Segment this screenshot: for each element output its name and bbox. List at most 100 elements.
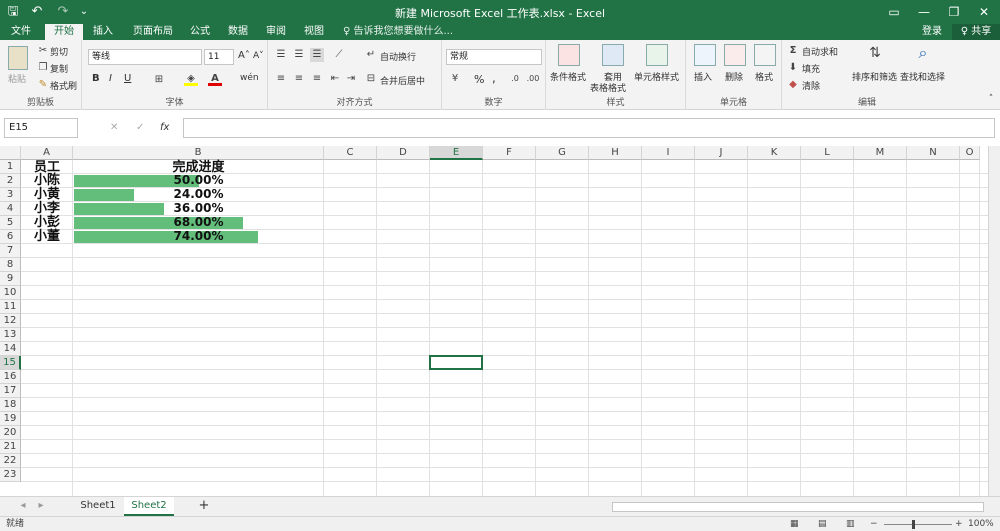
- worksheet-grid[interactable]: A B C D E F G H I J K L M N O 1 2 3 4 5 6 7 8 9 10 11 12 13 14 15 16 17…: [0, 146, 1000, 496]
- column-header[interactable]: H: [589, 146, 642, 160]
- row-header[interactable]: 8: [0, 258, 21, 272]
- next-sheet-icon[interactable]: ▸: [34, 497, 48, 516]
- font-name-select[interactable]: 等线: [88, 49, 202, 65]
- add-sheet-button[interactable]: +: [196, 497, 212, 516]
- decrease-decimal-icon[interactable]: .00: [526, 72, 540, 86]
- fill-color-icon[interactable]: ◈: [184, 72, 198, 86]
- confirm-icon[interactable]: ✓: [136, 122, 144, 133]
- wrap-text-button[interactable]: 自动换行: [380, 50, 416, 63]
- column-header[interactable]: M: [854, 146, 907, 160]
- align-left-icon[interactable]: ≡: [274, 72, 288, 86]
- row-header[interactable]: 11: [0, 300, 21, 314]
- font-size-select[interactable]: 11: [204, 49, 234, 65]
- tab-review[interactable]: 审阅: [260, 24, 292, 40]
- row-header[interactable]: 10: [0, 286, 21, 300]
- column-header[interactable]: E: [430, 146, 483, 160]
- formula-input[interactable]: [183, 118, 995, 138]
- grow-font-button[interactable]: A˄: [238, 50, 250, 61]
- row-header[interactable]: 4: [0, 202, 21, 216]
- column-header[interactable]: K: [748, 146, 801, 160]
- tab-data[interactable]: 数据: [222, 24, 254, 40]
- horizontal-scrollbar[interactable]: [612, 502, 984, 512]
- tab-page-layout[interactable]: 页面布局: [128, 24, 178, 40]
- row-header[interactable]: 23: [0, 468, 21, 482]
- zoom-level[interactable]: 100%: [968, 517, 994, 531]
- row-header[interactable]: 3: [0, 188, 21, 202]
- tab-view[interactable]: 视图: [298, 24, 330, 40]
- column-header[interactable]: D: [377, 146, 430, 160]
- row-header[interactable]: 18: [0, 398, 21, 412]
- number-format-select[interactable]: 常规: [446, 49, 542, 65]
- percent-button[interactable]: %: [474, 73, 484, 86]
- column-header[interactable]: F: [483, 146, 536, 160]
- copy-button[interactable]: 复制: [50, 62, 68, 75]
- row-header[interactable]: 16: [0, 370, 21, 384]
- row-header[interactable]: 5: [0, 216, 21, 230]
- conditional-format-button[interactable]: 条件格式: [550, 70, 586, 83]
- currency-icon[interactable]: ¥: [448, 72, 462, 86]
- find-select-button[interactable]: 查找和选择: [900, 70, 945, 83]
- zoom-slider[interactable]: [884, 524, 952, 525]
- cell-styles-button[interactable]: 单元格样式: [634, 70, 679, 83]
- collapse-ribbon-icon[interactable]: ˄: [984, 92, 998, 106]
- increase-indent-icon[interactable]: ⇥: [344, 72, 358, 86]
- column-header[interactable]: N: [907, 146, 960, 160]
- name-box[interactable]: E15: [4, 118, 78, 138]
- column-header[interactable]: O: [960, 146, 980, 160]
- autosum-button[interactable]: 自动求和: [802, 45, 838, 58]
- align-top-icon[interactable]: ☰: [274, 48, 288, 62]
- sheet-tab-sheet2[interactable]: Sheet2: [124, 497, 174, 516]
- decrease-indent-icon[interactable]: ⇤: [328, 72, 342, 86]
- page-break-view-icon[interactable]: ▥: [846, 517, 855, 531]
- paste-button[interactable]: 粘贴: [8, 72, 26, 85]
- sort-filter-button[interactable]: 排序和筛选: [852, 70, 897, 83]
- align-bottom-icon[interactable]: ☰: [310, 48, 324, 62]
- align-center-icon[interactable]: ≡: [292, 72, 306, 86]
- tab-formulas[interactable]: 公式: [184, 24, 216, 40]
- column-header[interactable]: A: [21, 146, 73, 160]
- prev-sheet-icon[interactable]: ◂: [16, 497, 30, 516]
- row-header[interactable]: 12: [0, 314, 21, 328]
- align-right-icon[interactable]: ≡: [310, 72, 324, 86]
- share-button[interactable]: ♀ 共享: [952, 24, 1000, 40]
- tab-insert[interactable]: 插入: [86, 24, 120, 40]
- delete-cells-button[interactable]: 删除: [725, 70, 743, 83]
- row-header[interactable]: 7: [0, 244, 21, 258]
- italic-button[interactable]: I: [109, 73, 112, 84]
- insert-function-icon[interactable]: fx: [160, 122, 169, 133]
- row-header[interactable]: 1: [0, 160, 21, 174]
- close-icon[interactable]: ✕: [970, 2, 998, 22]
- row-header[interactable]: 22: [0, 454, 21, 468]
- fill-button[interactable]: 填充: [802, 62, 820, 75]
- row-header[interactable]: 2: [0, 174, 21, 188]
- row-header[interactable]: 17: [0, 384, 21, 398]
- cut-button[interactable]: 剪切: [50, 45, 68, 58]
- tab-file[interactable]: 文件: [4, 24, 38, 40]
- restore-icon[interactable]: ❐: [940, 2, 968, 22]
- column-header[interactable]: C: [324, 146, 377, 160]
- align-middle-icon[interactable]: ☰: [292, 48, 306, 62]
- column-header[interactable]: L: [801, 146, 854, 160]
- progress-cell[interactable]: 74.00%: [73, 228, 324, 245]
- active-cell-e15[interactable]: [429, 355, 483, 370]
- employee-name-cell[interactable]: 小董: [34, 228, 60, 245]
- sheet-tab-sheet1[interactable]: Sheet1: [74, 497, 122, 516]
- orientation-icon[interactable]: ⟋: [332, 48, 346, 62]
- select-all-corner[interactable]: [0, 146, 21, 160]
- format-cells-button[interactable]: 格式: [755, 70, 773, 83]
- tell-me-search[interactable]: ♀ 告诉我您想要做什么...: [343, 24, 453, 40]
- cancel-icon[interactable]: ✕: [110, 122, 118, 133]
- format-as-table-label[interactable]: 表格格式: [590, 81, 626, 94]
- ribbon-display-icon[interactable]: ▭: [880, 2, 908, 22]
- border-icon[interactable]: ⊞: [152, 73, 166, 87]
- format-painter-button[interactable]: 格式刷: [50, 79, 77, 92]
- shrink-font-button[interactable]: A˅: [253, 51, 264, 61]
- row-header[interactable]: 13: [0, 328, 21, 342]
- minimize-icon[interactable]: —: [910, 2, 938, 22]
- column-header[interactable]: G: [536, 146, 589, 160]
- clear-button[interactable]: 清除: [802, 79, 820, 92]
- comma-button[interactable]: ,: [492, 71, 496, 85]
- phonetic-button[interactable]: wén: [240, 73, 259, 83]
- row-header[interactable]: 14: [0, 342, 21, 356]
- row-header[interactable]: 19: [0, 412, 21, 426]
